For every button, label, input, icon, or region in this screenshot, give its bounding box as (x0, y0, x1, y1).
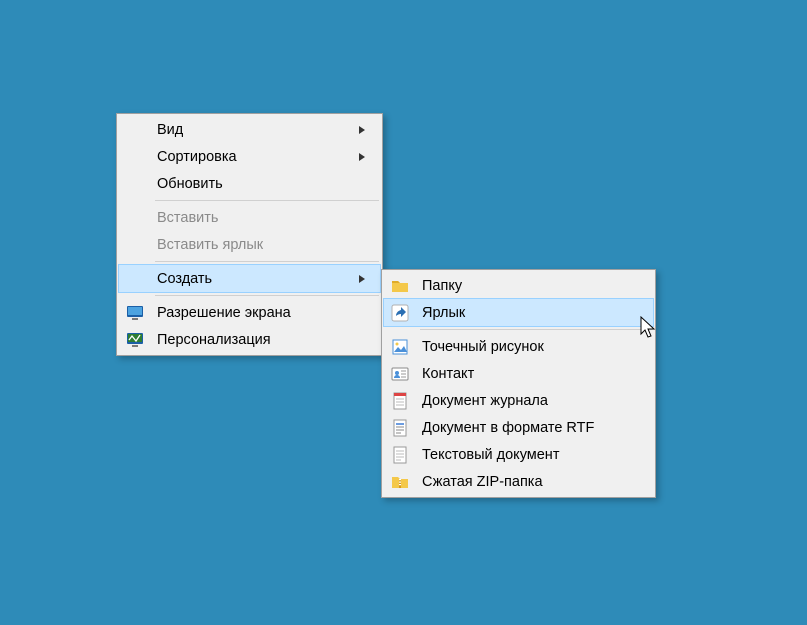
menu-label: Сортировка (151, 149, 356, 165)
menu-label: Разрешение экрана (151, 305, 372, 321)
desktop-context-menu: Вид Сортировка Обновить Вставить Вставит… (116, 113, 383, 356)
menu-item-paste: Вставить (119, 204, 380, 231)
menu-label: Текстовый документ (416, 447, 645, 463)
shortcut-icon (384, 299, 416, 326)
menu-separator (155, 295, 379, 296)
menu-item-refresh[interactable]: Обновить (119, 170, 380, 197)
menu-label: Создать (151, 271, 356, 287)
menu-separator (420, 329, 652, 330)
menu-item-paste-shortcut: Вставить ярлык (119, 231, 380, 258)
submenu-item-zip[interactable]: Сжатая ZIP-папка (384, 468, 653, 495)
submenu-arrow-icon (356, 126, 372, 134)
text-icon (384, 441, 416, 468)
submenu-arrow-icon (356, 153, 372, 161)
submenu-arrow-icon (356, 275, 372, 283)
menu-label: Папку (416, 278, 645, 294)
menu-label: Сжатая ZIP-папка (416, 474, 645, 490)
menu-label: Контакт (416, 366, 645, 382)
zip-icon (384, 468, 416, 495)
empty-icon (119, 143, 151, 170)
rtf-icon (384, 414, 416, 441)
menu-label: Вид (151, 122, 356, 138)
menu-item-view[interactable]: Вид (119, 116, 380, 143)
submenu-item-journal[interactable]: Документ журнала (384, 387, 653, 414)
folder-icon (384, 272, 416, 299)
submenu-item-contact[interactable]: Контакт (384, 360, 653, 387)
menu-separator (155, 261, 379, 262)
menu-label: Точечный рисунок (416, 339, 645, 355)
personalize-icon (119, 326, 151, 353)
bitmap-icon (384, 333, 416, 360)
monitor-icon (119, 299, 151, 326)
submenu-item-text[interactable]: Текстовый документ (384, 441, 653, 468)
menu-label: Документ журнала (416, 393, 645, 409)
create-submenu: Папку Ярлык Точечный рисунок Контакт Док… (381, 269, 656, 498)
menu-separator (155, 200, 379, 201)
menu-item-resolution[interactable]: Разрешение экрана (119, 299, 380, 326)
menu-label: Персонализация (151, 332, 372, 348)
empty-icon (119, 170, 151, 197)
empty-icon (119, 231, 151, 258)
empty-icon (119, 116, 151, 143)
empty-icon (119, 204, 151, 231)
menu-label: Ярлык (416, 305, 645, 321)
journal-icon (384, 387, 416, 414)
menu-label: Обновить (151, 176, 372, 192)
menu-item-create[interactable]: Создать (118, 264, 381, 293)
menu-item-personalize[interactable]: Персонализация (119, 326, 380, 353)
submenu-item-rtf[interactable]: Документ в формате RTF (384, 414, 653, 441)
menu-label: Вставить ярлык (151, 237, 372, 253)
menu-item-sort[interactable]: Сортировка (119, 143, 380, 170)
contact-icon (384, 360, 416, 387)
menu-label: Вставить (151, 210, 372, 226)
empty-icon (119, 265, 151, 292)
submenu-item-folder[interactable]: Папку (384, 272, 653, 299)
submenu-item-bitmap[interactable]: Точечный рисунок (384, 333, 653, 360)
submenu-item-shortcut[interactable]: Ярлык (383, 298, 654, 327)
menu-label: Документ в формате RTF (416, 420, 645, 436)
